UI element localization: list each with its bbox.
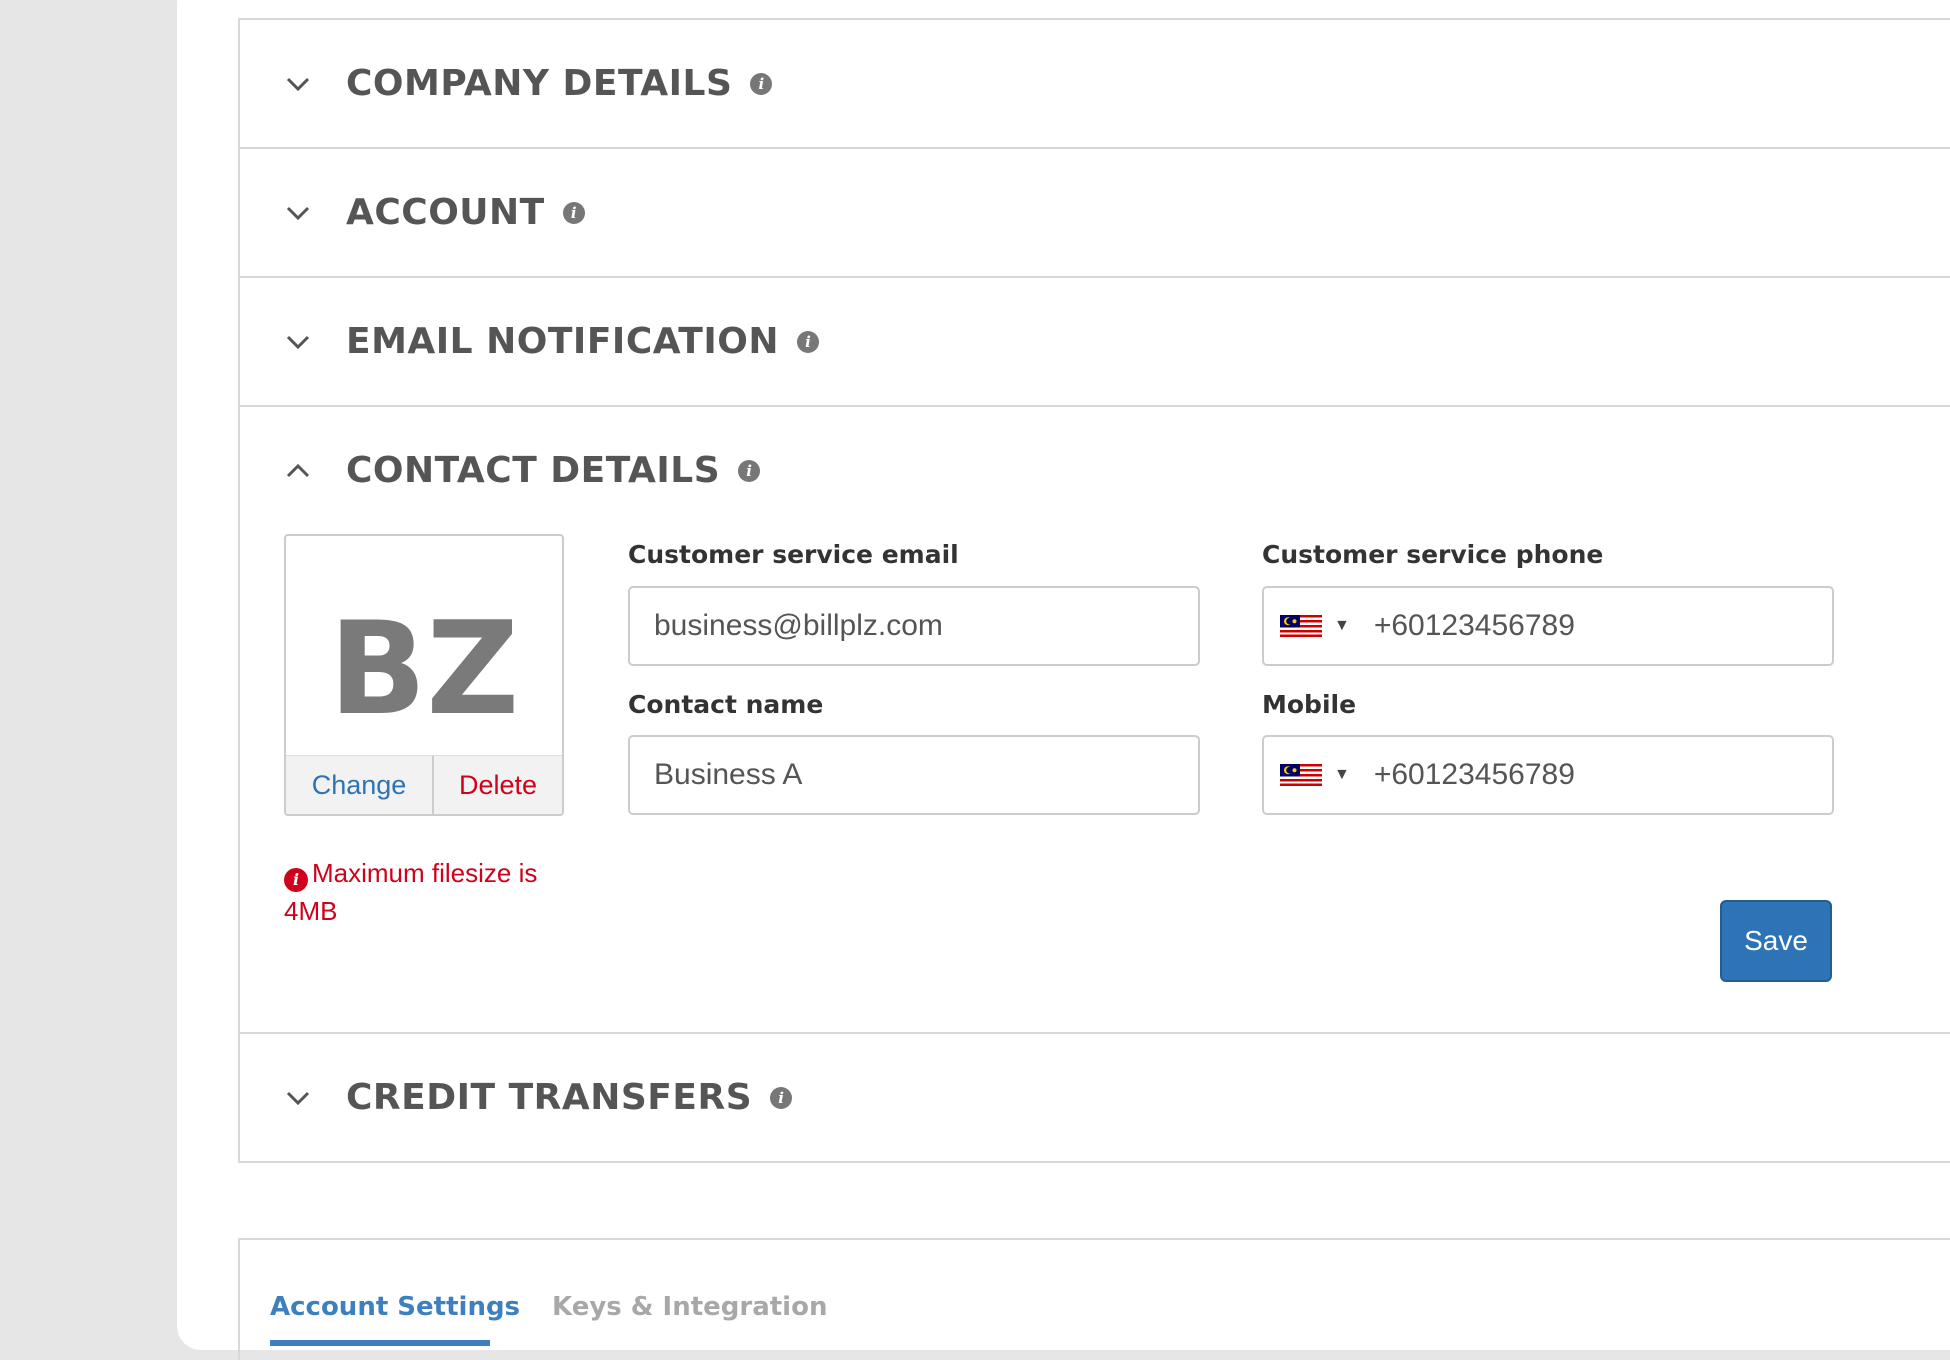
- email-label: Customer service email: [628, 540, 959, 569]
- change-avatar-button[interactable]: Change: [286, 756, 434, 814]
- info-icon[interactable]: i: [738, 459, 761, 482]
- tab-account-settings[interactable]: Account Settings: [270, 1292, 520, 1322]
- phone-label: Customer service phone: [1262, 540, 1604, 569]
- caret-down-icon[interactable]: ▼: [1334, 766, 1350, 784]
- phone-field[interactable]: ▼ +60123456789: [1262, 586, 1834, 666]
- section-title: CONTACT DETAILS: [346, 450, 721, 491]
- active-tab-indicator: [270, 1340, 490, 1346]
- malaysia-flag-icon[interactable]: [1280, 764, 1322, 786]
- avatar-actions: Change Delete: [286, 755, 562, 814]
- malaysia-flag-icon[interactable]: [1280, 615, 1322, 637]
- chevron-up-icon: [278, 463, 318, 478]
- contact-details-header[interactable]: CONTACT DETAILS i: [240, 407, 1950, 534]
- contact-name-label: Contact name: [628, 690, 824, 719]
- email-field[interactable]: business@billplz.com: [628, 586, 1200, 666]
- settings-accordion: COMPANY DETAILS i ACCOUNT i EMAIL NOTIFI…: [238, 18, 1950, 1163]
- settings-tabs: Account Settings Keys & Integration: [238, 1238, 1950, 1360]
- section-title: EMAIL NOTIFICATION: [346, 321, 779, 362]
- chevron-down-icon: [278, 77, 318, 91]
- account-header[interactable]: ACCOUNT i: [240, 149, 1950, 276]
- avatar: BZ Change Delete: [284, 534, 564, 816]
- email-value: business@billplz.com: [654, 609, 943, 642]
- section-credit-transfers: CREDIT TRANSFERS i: [240, 1034, 1950, 1161]
- credit-transfers-header[interactable]: CREDIT TRANSFERS i: [240, 1034, 1950, 1161]
- error-icon: i: [284, 868, 308, 892]
- section-title: ACCOUNT: [346, 192, 545, 233]
- delete-avatar-button[interactable]: Delete: [434, 756, 562, 814]
- section-title: COMPANY DETAILS: [346, 63, 733, 104]
- info-icon[interactable]: i: [796, 330, 819, 353]
- info-icon[interactable]: i: [562, 201, 585, 224]
- section-account: ACCOUNT i: [240, 149, 1950, 278]
- filesize-error-text: Maximum filesize is 4MB: [284, 858, 538, 926]
- phone-value: +60123456789: [1373, 609, 1575, 642]
- chevron-down-icon: [278, 335, 318, 349]
- caret-down-icon[interactable]: ▼: [1334, 617, 1350, 635]
- contact-name-field[interactable]: Business A: [628, 735, 1200, 815]
- avatar-initials: BZ: [328, 595, 520, 744]
- filesize-error: i Maximum filesize is 4MB: [284, 854, 574, 930]
- section-title: CREDIT TRANSFERS: [346, 1077, 753, 1118]
- info-icon[interactable]: i: [750, 72, 773, 95]
- mobile-value: +60123456789: [1373, 758, 1575, 791]
- save-button[interactable]: Save: [1720, 900, 1832, 982]
- company-details-header[interactable]: COMPANY DETAILS i: [240, 20, 1950, 147]
- section-company-details: COMPANY DETAILS i: [240, 20, 1950, 149]
- chevron-down-icon: [278, 1091, 318, 1105]
- email-notification-header[interactable]: EMAIL NOTIFICATION i: [240, 278, 1950, 405]
- info-icon[interactable]: i: [770, 1086, 793, 1109]
- section-email-notification: EMAIL NOTIFICATION i: [240, 278, 1950, 407]
- mobile-label: Mobile: [1262, 690, 1357, 719]
- chevron-down-icon: [278, 206, 318, 220]
- contact-details-body: BZ Change Delete i Maximum filesize is 4M…: [240, 534, 1950, 1032]
- mobile-field[interactable]: ▼ +60123456789: [1262, 735, 1834, 815]
- tab-keys-integration[interactable]: Keys & Integration: [552, 1292, 827, 1322]
- section-contact-details: CONTACT DETAILS i BZ Change Delete i Maxi…: [240, 407, 1950, 1034]
- contact-name-value: Business A: [654, 758, 803, 791]
